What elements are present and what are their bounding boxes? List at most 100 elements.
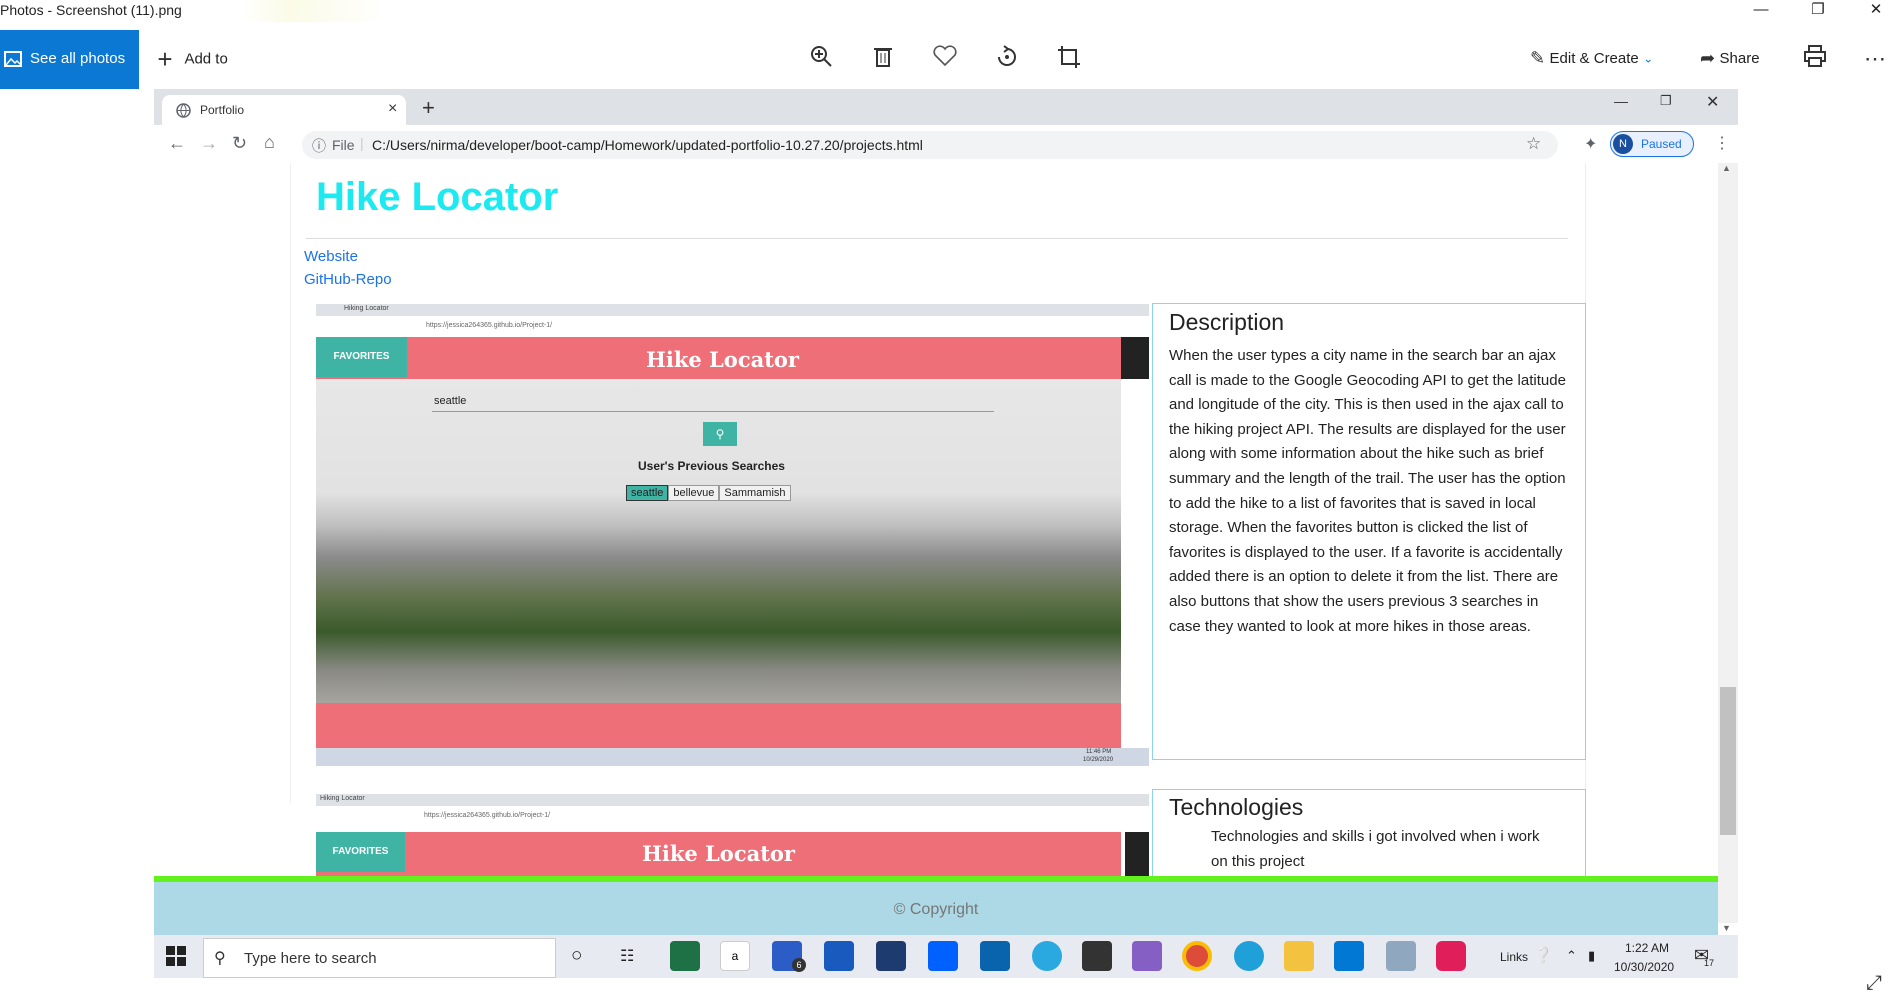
taskbar-time[interactable]: 1:22 AM: [1625, 941, 1669, 955]
back-icon[interactable]: ←: [168, 133, 186, 154]
new-tab-icon[interactable]: +: [422, 95, 435, 121]
mini-tab-strip: [316, 304, 1149, 316]
minimize-button[interactable]: —: [1738, 0, 1784, 22]
close-button[interactable]: ✕: [1853, 0, 1899, 22]
add-to-label: Add to: [184, 50, 228, 68]
previous-searches: seattle bellevue Sammamish: [626, 485, 791, 501]
browser-restore-icon[interactable]: ❐: [1660, 93, 1672, 109]
plus-icon: +: [157, 44, 173, 74]
description-box: Description When the user types a city n…: [1152, 303, 1586, 760]
home-icon[interactable]: ⌂: [264, 132, 275, 153]
chevron-up-icon[interactable]: ⌃: [1566, 948, 1577, 964]
site-header-title: Hike Locator: [646, 347, 799, 372]
powershell-icon[interactable]: [876, 941, 906, 971]
previous-search-chip: bellevue: [668, 485, 720, 501]
word-icon[interactable]: [824, 941, 854, 971]
edge-icon[interactable]: [1234, 941, 1264, 971]
forward-icon[interactable]: →: [200, 133, 218, 154]
avatar: N: [1613, 134, 1633, 154]
url-separator: |: [360, 135, 364, 151]
delete-icon[interactable]: [868, 44, 898, 74]
browser-menu-icon[interactable]: ⋮: [1714, 133, 1730, 153]
zoom-icon[interactable]: [806, 44, 836, 74]
vscode-icon[interactable]: [1334, 941, 1364, 971]
task-view-icon[interactable]: ☷: [620, 946, 634, 966]
crop-icon[interactable]: [1054, 44, 1084, 74]
store-icon[interactable]: [1082, 941, 1112, 971]
slack-icon[interactable]: [1436, 941, 1466, 971]
search-icon: ⚲: [214, 950, 226, 967]
technologies-text: Technologies and skills i got involved w…: [1211, 828, 1540, 870]
window-title: Photos - Screenshot (11).png: [0, 2, 182, 18]
project-screenshot-2: Hiking Locator https://jessica264365.git…: [316, 794, 1149, 880]
print-icon[interactable]: [1800, 44, 1830, 74]
ie-icon[interactable]: [1032, 941, 1062, 971]
profile-button[interactable]: N Paused: [1610, 131, 1694, 157]
battery-icon[interactable]: ▮: [1588, 948, 1595, 964]
photos-icon: [4, 51, 22, 67]
dropbox-icon[interactable]: [928, 941, 958, 971]
mini-tab-title: Hiking Locator: [344, 305, 389, 312]
description-heading: Description: [1169, 309, 1285, 335]
rotate-icon[interactable]: [992, 44, 1022, 74]
technologies-heading: Technologies: [1169, 794, 1304, 820]
info-icon: ⓘ: [312, 138, 326, 154]
previous-searches-title: User's Previous Searches: [638, 459, 785, 473]
chrome-icon[interactable]: [1182, 941, 1212, 971]
cortana-icon[interactable]: ○: [571, 945, 582, 967]
share-icon: ➦: [1700, 48, 1716, 68]
share-button[interactable]: ➦ Share: [1700, 48, 1760, 69]
tab-close-icon[interactable]: ×: [388, 100, 397, 118]
mini-clock: 11:46 PM: [1086, 749, 1112, 755]
globe-icon: [176, 103, 191, 118]
copyright-text: © Copyright: [893, 901, 979, 918]
favorite-heart-icon[interactable]: [930, 44, 960, 74]
taskbar-search-placeholder: Type here to search: [244, 950, 377, 967]
browser-close-icon[interactable]: ✕: [1706, 92, 1719, 112]
share-label: Share: [1719, 50, 1760, 67]
mini-url: https://jessica264365.github.io/Project-…: [426, 322, 553, 329]
mini-taskbar: [316, 748, 1149, 766]
edit-create-button[interactable]: ✎ Edit & Create ⌄: [1530, 48, 1653, 69]
add-to-button[interactable]: + Add to: [150, 44, 228, 74]
extensions-icon[interactable]: ✦: [1584, 134, 1597, 154]
file-explorer-icon[interactable]: [1284, 941, 1314, 971]
search-value: seattle: [434, 395, 467, 407]
url-box[interactable]: ⓘ File | C:/Users/nirma/developer/boot-c…: [302, 131, 1558, 159]
outlook-icon[interactable]: [980, 941, 1010, 971]
project-title: Hike Locator: [316, 175, 559, 219]
expand-fullscreen-icon[interactable]: ⤢: [1866, 972, 1882, 995]
github-repo-link[interactable]: GitHub-Repo: [304, 271, 392, 288]
scroll-up-arrow-icon[interactable]: ▲: [1722, 163, 1731, 173]
page-content: Hike Locator Website GitHub-Repo Hiking …: [154, 163, 1718, 963]
mini-date: 10/29/2020: [1083, 757, 1114, 763]
mini-tab-title-2: Hiking Locator: [320, 795, 365, 802]
website-link[interactable]: Website: [304, 248, 358, 265]
bookmark-star-icon[interactable]: ☆: [1526, 134, 1541, 154]
favorites-button-2: FAVORITES: [316, 832, 405, 872]
more-options-icon[interactable]: ⋯: [1860, 44, 1890, 74]
browser-minimize-icon[interactable]: —: [1614, 93, 1628, 109]
tab-title: Portfolio: [200, 103, 245, 117]
visual-studio-icon[interactable]: [1132, 941, 1162, 971]
amazon-icon[interactable]: a: [720, 941, 750, 971]
project-screenshot-1: Hiking Locator https://jessica264365.git…: [316, 304, 1149, 766]
url-scheme: File: [332, 137, 355, 153]
scrollbar-thumb[interactable]: [1720, 687, 1736, 835]
see-all-photos-button[interactable]: See all photos: [0, 30, 139, 89]
browser-tab[interactable]: Portfolio ×: [162, 95, 406, 125]
windows-start-icon[interactable]: [166, 946, 186, 971]
screenshot-image: Portfolio × + — ❐ ✕ ← → ↻ ⌂ ⓘ File | C:/…: [154, 89, 1738, 978]
favorites-button: FAVORITES: [316, 337, 407, 377]
taskbar-date[interactable]: 10/30/2020: [1614, 960, 1674, 974]
scroll-down-arrow-icon[interactable]: ▼: [1722, 923, 1731, 933]
help-icon[interactable]: ❔: [1534, 946, 1553, 964]
links-toolbar[interactable]: Links: [1500, 950, 1528, 964]
reload-icon[interactable]: ↻: [232, 133, 247, 154]
taskbar-search-box[interactable]: ⚲ Type here to search: [203, 938, 556, 978]
maximize-button[interactable]: ❐: [1795, 0, 1841, 22]
see-all-photos-label: See all photos: [30, 50, 126, 67]
app-icon[interactable]: [1386, 941, 1416, 971]
mail-badge: 6: [792, 958, 806, 972]
excel-icon[interactable]: [670, 941, 700, 971]
